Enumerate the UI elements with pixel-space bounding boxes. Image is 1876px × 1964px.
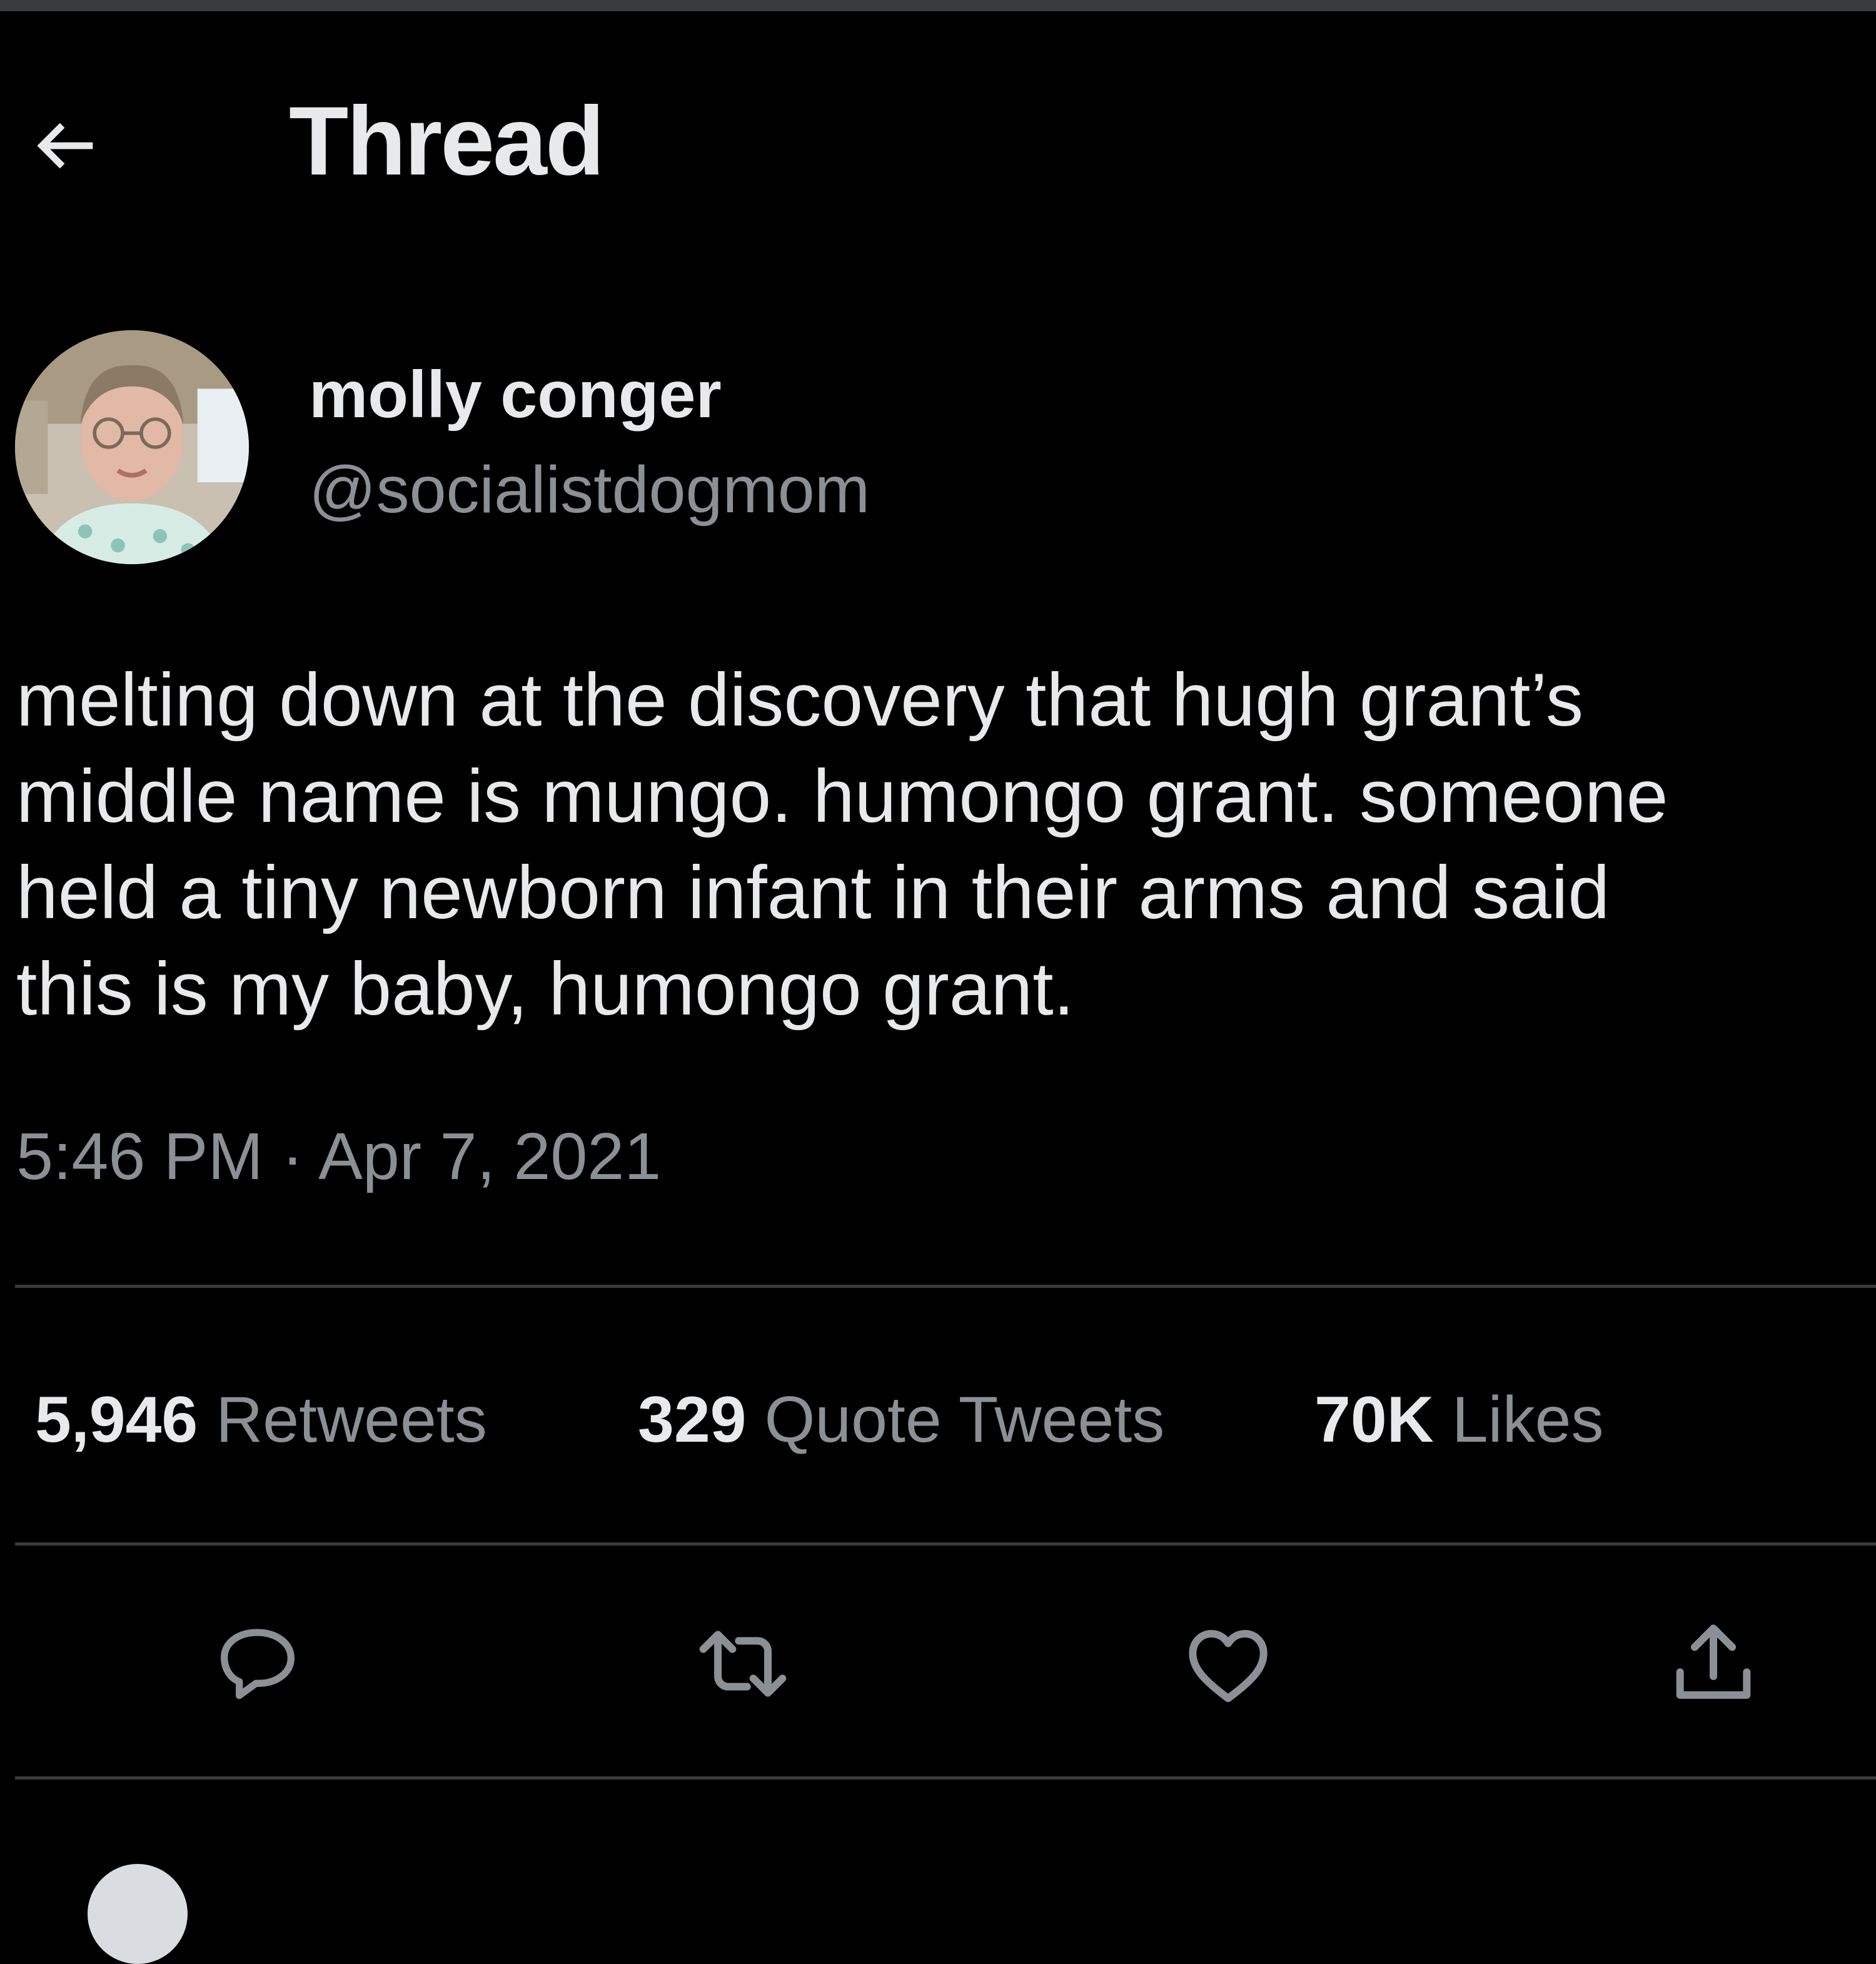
divider-bottom: [15, 1776, 1876, 1779]
author-handle[interactable]: @socialistdogmom: [309, 457, 870, 523]
retweet-button[interactable]: [687, 1607, 799, 1720]
divider-top: [15, 1285, 1876, 1288]
timestamp-separator: ·: [281, 1120, 304, 1193]
reply-button[interactable]: [201, 1607, 314, 1720]
retweets-label: Retweets: [216, 1384, 487, 1456]
share-button[interactable]: [1657, 1607, 1770, 1720]
page-title: Thread: [289, 87, 605, 196]
author-display-name[interactable]: molly conger: [309, 362, 722, 428]
like-button[interactable]: [1172, 1607, 1284, 1720]
profile-photo: [15, 330, 249, 564]
retweets-stat[interactable]: 5,946 Retweets: [35, 1387, 487, 1452]
reply-icon: [221, 1629, 295, 1699]
back-button[interactable]: [19, 99, 113, 193]
avatar[interactable]: [15, 330, 249, 564]
tweet-timestamp: 5:46 PM · Apr 7, 2021: [16, 1123, 661, 1190]
divider-middle: [15, 1542, 1876, 1546]
likes-label: Likes: [1451, 1384, 1604, 1456]
tweet-time[interactable]: 5:46 PM: [16, 1120, 263, 1193]
next-reply-avatar[interactable]: [88, 1864, 188, 1964]
tweet-date[interactable]: Apr 7, 2021: [318, 1120, 661, 1193]
quote-tweets-label: Quote Tweets: [764, 1384, 1165, 1456]
retweet-icon: [699, 1631, 787, 1697]
arrow-left-icon: [37, 123, 93, 169]
heart-icon: [1189, 1630, 1268, 1703]
thread-header: Thread: [0, 11, 1876, 274]
tweet-text: melting down at the discovery that hugh …: [16, 658, 1668, 1031]
quote-tweets-stat[interactable]: 329 Quote Tweets: [638, 1387, 1164, 1452]
retweets-count: 5,946: [35, 1384, 198, 1456]
likes-stat[interactable]: 70K Likes: [1314, 1387, 1604, 1452]
likes-count: 70K: [1314, 1384, 1434, 1456]
quote-tweets-count: 329: [638, 1384, 747, 1456]
share-icon: [1676, 1624, 1751, 1699]
top-edge-strip: [0, 0, 1876, 11]
